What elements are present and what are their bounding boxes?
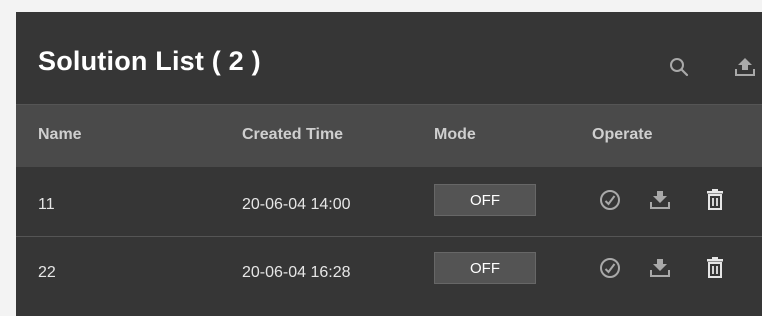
search-icon[interactable] xyxy=(666,54,692,80)
download-icon[interactable] xyxy=(648,188,672,212)
download-icon[interactable] xyxy=(648,256,672,280)
column-header-created-time: Created Time xyxy=(242,126,344,143)
delete-icon[interactable] xyxy=(703,188,727,212)
column-header-mode: Mode xyxy=(434,126,476,143)
row-created-time: 20-06-04 14:00 xyxy=(242,196,351,213)
apply-icon[interactable] xyxy=(598,256,622,280)
apply-icon[interactable] xyxy=(598,188,622,212)
upload-icon[interactable] xyxy=(732,54,758,80)
page-title: Solution List ( 2 ) xyxy=(38,46,261,76)
panel-header: Solution List ( 2 ) xyxy=(16,12,762,104)
column-header-operate: Operate xyxy=(592,126,653,143)
table-header: Name Created Time Mode Operate xyxy=(16,104,762,167)
row-created-time: 20-06-04 16:28 xyxy=(242,264,351,281)
table-row: 11 20-06-04 14:00 OFF xyxy=(16,172,762,237)
table-row: 22 20-06-04 16:28 OFF xyxy=(16,240,762,304)
row-name: 22 xyxy=(38,264,56,281)
delete-icon[interactable] xyxy=(703,256,727,280)
column-header-name: Name xyxy=(38,126,82,143)
solution-list-panel: Solution List ( 2 ) Name Created Time Mo… xyxy=(16,12,762,316)
mode-toggle-button[interactable]: OFF xyxy=(434,252,536,284)
row-name: 11 xyxy=(38,196,55,213)
mode-toggle-button[interactable]: OFF xyxy=(434,184,536,216)
